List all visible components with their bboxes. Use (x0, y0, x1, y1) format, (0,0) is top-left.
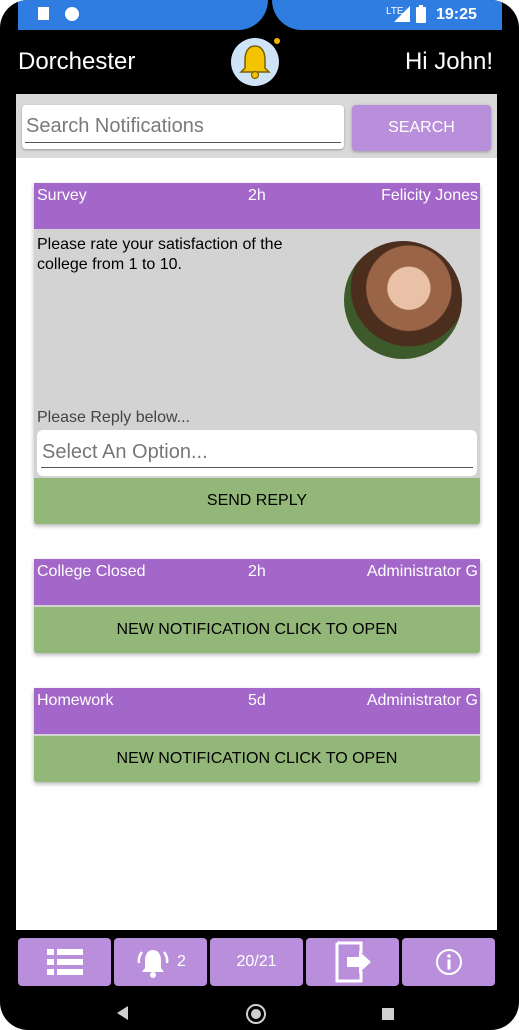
recents-icon[interactable] (380, 1006, 396, 1022)
notification-sender: Administrator G (366, 563, 478, 580)
logout-button[interactable] (306, 938, 399, 986)
battery-icon (416, 5, 426, 23)
reply-prompt: Please Reply below... (37, 409, 190, 426)
menu-button[interactable] (18, 938, 111, 986)
sender-avatar (344, 241, 462, 359)
notification-header[interactable]: College Closed 2h Administrator G (34, 559, 480, 605)
notification-title: Homework (37, 692, 114, 709)
status-bar: LTE 19:25 (0, 0, 519, 34)
search-button[interactable]: SEARCH (352, 105, 491, 151)
open-notification-button[interactable]: NEW NOTIFICATION CLICK TO OPEN (34, 607, 480, 653)
notification-age: 2h (248, 187, 266, 204)
notification-title: College Closed (37, 563, 146, 580)
app-logo (231, 38, 279, 86)
system-nav-bar (0, 996, 519, 1030)
notification-age: 5d (248, 692, 266, 709)
search-placeholder: Search Notifications (26, 115, 204, 137)
phone-frame: LTE 19:25 Dorchester Hi John! Search Not… (0, 0, 519, 1030)
bottom-nav: 2 20/21 (16, 934, 497, 992)
info-button[interactable] (402, 938, 495, 986)
list-icon (46, 949, 83, 975)
bell-icon (239, 45, 271, 80)
search-underline (25, 142, 341, 143)
notification-header[interactable]: Homework 5d Administrator G (34, 688, 480, 734)
notification-sender: Felicity Jones (381, 187, 478, 204)
reply-option-select[interactable]: Select An Option... (37, 430, 477, 476)
open-notification-button[interactable]: NEW NOTIFICATION CLICK TO OPEN (34, 736, 480, 782)
back-icon[interactable] (114, 1004, 132, 1022)
status-time: 19:25 (436, 6, 477, 23)
logo-accent-dot (274, 38, 280, 44)
search-input[interactable]: Search Notifications (22, 105, 344, 149)
select-placeholder: Select An Option... (42, 441, 208, 463)
circle-status-icon (65, 7, 79, 21)
notification-card: Survey 2h Felicity Jones Please rate you… (34, 183, 480, 524)
notification-header[interactable]: Survey 2h Felicity Jones (34, 183, 480, 229)
send-reply-button[interactable]: SEND REPLY (34, 478, 480, 524)
info-icon (435, 949, 462, 975)
notification-sender: Administrator G (366, 692, 478, 709)
sim-icon (38, 7, 49, 20)
greeting: Hi John! (404, 48, 493, 75)
home-icon[interactable] (244, 1002, 268, 1026)
signal-icon (394, 6, 410, 22)
select-underline (41, 467, 473, 468)
notification-card: College Closed 2h Administrator G NEW NO… (34, 559, 480, 653)
school-name: Dorchester (18, 48, 136, 75)
notification-card: Homework 5d Administrator G NEW NOTIFICA… (34, 688, 480, 782)
alerts-count: 2 (177, 953, 186, 970)
status-bar-left (18, 0, 268, 30)
notification-message: Please rate your satisfaction of the col… (37, 236, 283, 273)
main-screen: Search Notifications SEARCH Survey 2h Fe… (16, 94, 497, 930)
alerts-button[interactable]: 2 (114, 938, 207, 986)
logout-icon (335, 941, 371, 983)
notification-age: 2h (248, 563, 266, 580)
search-bar: Search Notifications SEARCH (16, 94, 497, 158)
alarm-icon (137, 950, 169, 978)
term-button[interactable]: 20/21 (210, 938, 303, 986)
notification-title: Survey (37, 187, 87, 204)
